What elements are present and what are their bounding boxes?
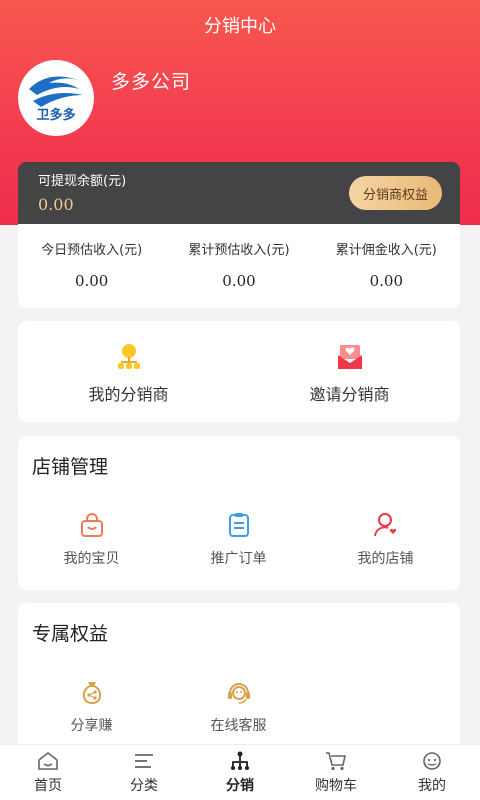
- invite-distributor-label: 邀请分销商: [309, 385, 390, 404]
- my-products-button[interactable]: 我的宝贝: [18, 512, 165, 568]
- tab-cart[interactable]: 购物车: [288, 745, 384, 800]
- income-stats: 今日预估收入(元) 0.00 累计预估收入(元) 0.00 累计佣金收入(元) …: [18, 224, 460, 308]
- my-shop-label: 我的店铺: [357, 551, 414, 567]
- stat-value: 0.00: [74, 272, 109, 290]
- stat-value: 0.00: [222, 272, 256, 290]
- online-service-button[interactable]: 在线客服: [165, 679, 312, 735]
- stat-total-commission: 累计佣金收入(元) 0.00: [313, 224, 460, 308]
- perks-row: 分享赚 在线客服: [18, 679, 460, 735]
- tab-profile[interactable]: 我的: [384, 745, 480, 800]
- my-distributors-button[interactable]: 我的分销商: [18, 321, 239, 422]
- company-name: 多多公司: [111, 70, 192, 93]
- my-shop-button[interactable]: 我的店铺: [312, 512, 459, 568]
- stat-today-estimate: 今日预估收入(元) 0.00: [18, 224, 165, 308]
- page-title: 分销中心: [204, 16, 276, 37]
- customer-service-icon: [226, 679, 252, 705]
- tab-label: 首页: [34, 777, 62, 794]
- distribution-icon: [229, 751, 251, 771]
- tab-label: 我的: [418, 777, 446, 794]
- section-title: 店铺管理: [32, 456, 109, 478]
- tab-label: 分类: [130, 777, 158, 794]
- online-service-label: 在线客服: [210, 718, 267, 734]
- profile-section: 卫多多 多多公司: [18, 60, 191, 136]
- section-title: 专属权益: [32, 623, 109, 645]
- bottom-tab-bar: 首页 分类 分销 购物车 我的: [0, 744, 480, 800]
- bag-icon: [79, 512, 105, 538]
- shop-row: 我的宝贝 推广订单 我的店铺: [18, 512, 460, 568]
- stat-value: 0.00: [369, 272, 404, 290]
- profile-icon: [421, 751, 443, 771]
- tab-distribution[interactable]: 分销: [192, 745, 288, 800]
- share-earn-icon: [79, 679, 105, 705]
- my-distributors-label: 我的分销商: [88, 385, 169, 404]
- tab-home[interactable]: 首页: [0, 745, 96, 800]
- cart-icon: [325, 751, 347, 771]
- promo-orders-label: 推广订单: [210, 551, 267, 567]
- my-products-label: 我的宝贝: [63, 551, 120, 567]
- tab-label: 购物车: [315, 777, 357, 794]
- shop-user-icon: [373, 512, 399, 538]
- exclusive-perks-card: 专属权益 分享赚 在线客服: [18, 603, 460, 753]
- share-earn-label: 分享赚: [70, 718, 113, 734]
- shop-management-card: 店铺管理 我的宝贝 推广订单 我的店铺: [18, 436, 460, 590]
- company-logo[interactable]: 卫多多: [18, 60, 94, 136]
- invite-icon: [337, 343, 363, 371]
- distributor-rights-button[interactable]: 分销商权益: [348, 176, 442, 210]
- stat-label: 今日预估收入(元): [41, 243, 143, 258]
- stat-label: 累计预估收入(元): [188, 243, 290, 258]
- category-icon: [133, 751, 155, 771]
- tab-category[interactable]: 分类: [96, 745, 192, 800]
- home-icon: [37, 751, 59, 771]
- distributor-icon: [116, 343, 142, 371]
- stat-label: 累计佣金收入(元): [335, 243, 437, 258]
- distribution-card: 我的分销商 邀请分销商: [18, 321, 460, 422]
- order-icon: [226, 512, 252, 538]
- tab-label: 分销: [226, 777, 254, 794]
- invite-distributor-button[interactable]: 邀请分销商: [239, 321, 460, 422]
- balance-card: 可提现余额(元) 0.00 分销商权益: [18, 162, 460, 224]
- svg-text:卫多多: 卫多多: [36, 107, 75, 123]
- share-earn-button[interactable]: 分享赚: [18, 679, 165, 735]
- promo-orders-button[interactable]: 推广订单: [165, 512, 312, 568]
- stat-total-estimate: 累计预估收入(元) 0.00: [165, 224, 312, 308]
